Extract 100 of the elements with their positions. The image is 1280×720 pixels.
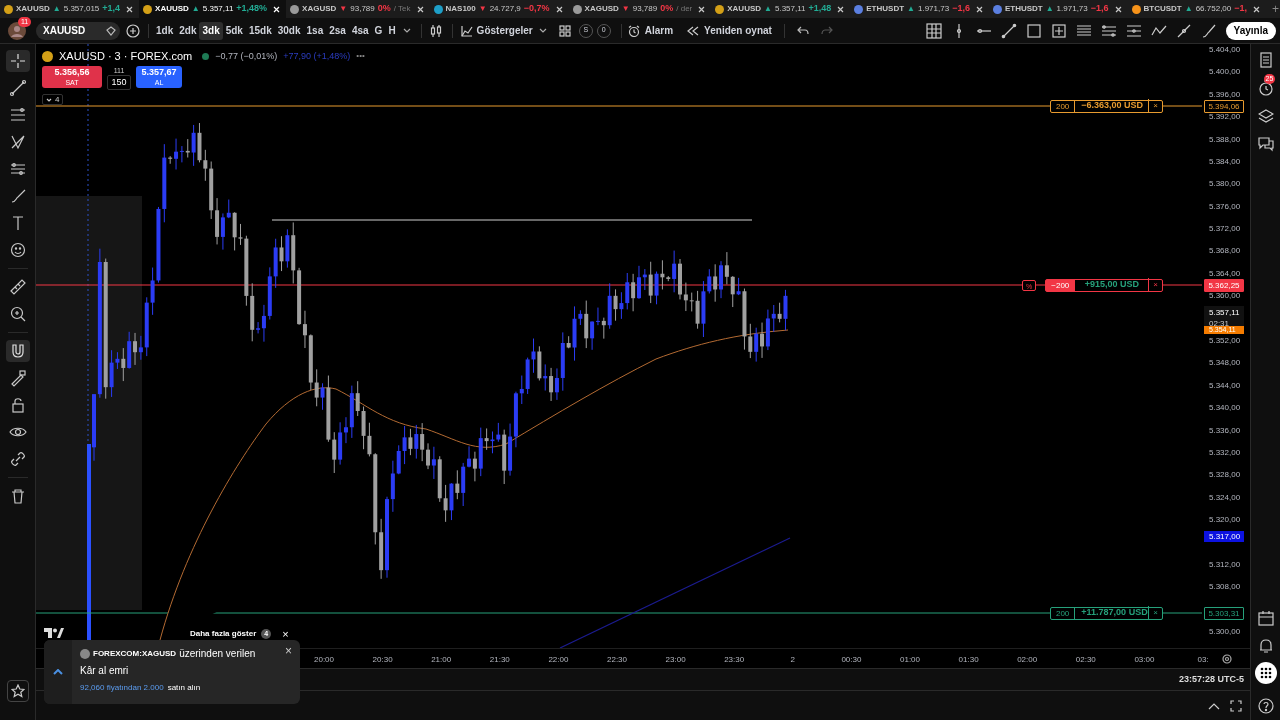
notification-text: üzerinden verilen <box>179 647 256 661</box>
clock: 23:57:28 UTC-5 <box>1178 672 1244 686</box>
interval-button[interactable]: 2dk <box>176 21 200 40</box>
tab-change: +1,48 <box>808 2 832 16</box>
price-tick: 5.384,00 <box>1209 156 1241 167</box>
time-tick: 2 <box>790 654 795 666</box>
tab-change: +1,48% <box>236 2 268 16</box>
order-quantity: −200 <box>1046 279 1076 291</box>
tab-change: 0% <box>660 2 674 16</box>
time-tick: 21:00 <box>431 654 452 666</box>
interval-button[interactable]: H <box>385 21 399 40</box>
tab-price: 24.727,9 <box>489 3 521 15</box>
tab-change: −0,7% <box>523 2 550 16</box>
price-tick: 5.300,00 <box>1209 626 1241 637</box>
trend-arrow: ▲ <box>1184 3 1193 15</box>
chart-tab[interactable]: ETHUSDT ▲ 1.971,73 −1,6 <box>850 0 989 18</box>
alarm-button[interactable]: Alarm <box>627 23 674 38</box>
chart-tab[interactable]: XAGUSD ▼ 93,789 0% / Tek <box>286 0 430 18</box>
tab-symbol: ETHUSDT <box>1004 3 1043 15</box>
price-tick: 5.328,00 <box>1209 470 1241 481</box>
quantity-field[interactable]: 150 <box>107 75 131 90</box>
price-tick: 5.324,00 <box>1209 492 1241 503</box>
tab-symbol: XAUUSD <box>155 3 189 15</box>
new-tab-button[interactable]: + <box>1266 0 1280 18</box>
tab-symbol: XAUUSD <box>727 3 762 15</box>
tab-extra: / Tek <box>393 3 411 15</box>
order-close-button[interactable]: × <box>1149 100 1162 112</box>
chart-tab[interactable]: BTCUSDT ▲ 66.752,00 −1, <box>1127 0 1267 18</box>
tab-symbol: XAUUSD <box>16 3 50 15</box>
order-quantity: 200 <box>1050 100 1076 112</box>
price-tick: 5.348,00 <box>1209 358 1241 369</box>
tab-change: +1,4 <box>102 2 121 16</box>
time-tick: 23:30 <box>724 654 745 666</box>
time-tick: 03:00 <box>1134 654 1155 666</box>
chart-tab[interactable]: NAS100 ▼ 24.727,9 −0,7% <box>429 0 569 18</box>
price-tick: 5.332,00 <box>1209 447 1241 458</box>
order-detail: 92,060 fiyatından 2.000 <box>80 682 164 694</box>
time-tick: 20:30 <box>372 654 393 666</box>
price-tick: 5.364,00 <box>1209 268 1241 279</box>
order-label[interactable]: −200 +915,00 USD × <box>1045 278 1163 292</box>
trend-arrow: ▼ <box>621 3 630 15</box>
order-label[interactable]: 200 −6.363,00 USD × <box>1049 99 1163 113</box>
tab-price: 5.357,11 <box>202 3 234 15</box>
symbol-search[interactable]: XAUUSD <box>36 21 120 40</box>
interval-button[interactable]: 4sa <box>348 21 372 40</box>
tab-symbol: XAGUSD <box>302 3 337 15</box>
interval-button[interactable]: 2sa <box>326 21 349 40</box>
tab-price: 5.357,015 <box>63 3 100 15</box>
day-change: +77,90 (+1,48%) <box>283 49 351 63</box>
price-change: −0,77 (−0,01%) <box>215 49 278 63</box>
replay-button[interactable]: Yeniden oynat <box>687 23 772 38</box>
tab-change: −1, <box>1234 2 1248 16</box>
trend-arrow: ▲ <box>907 3 915 15</box>
order-close-button[interactable]: × <box>1149 607 1162 619</box>
interval-button[interactable]: G <box>371 21 386 40</box>
interval-button[interactable]: 15dk <box>245 21 275 40</box>
dismiss-button[interactable]: × <box>282 626 289 643</box>
order-pnl: +11.787,00 USD <box>1075 606 1150 620</box>
tab-change: 0% <box>377 2 391 16</box>
price-tick: 5.376,00 <box>1209 201 1241 212</box>
time-tick: 01:30 <box>958 654 979 666</box>
close-button[interactable]: × <box>285 640 300 704</box>
interval-button[interactable]: 3dk <box>199 21 223 40</box>
order-quantity: 200 <box>1050 607 1076 619</box>
time-tick: 22:30 <box>607 654 627 666</box>
order-action: satın alın <box>167 682 201 694</box>
line-price-label: 5.317,00 <box>1204 531 1244 542</box>
more-button[interactable]: ••• <box>356 50 365 63</box>
time-tick: 20:00 <box>314 654 334 666</box>
chart-tab[interactable]: XAUUSD ▲ 5.357,015 +1,4 <box>0 0 140 18</box>
notification-source: FOREXCOM:XAGUSD <box>93 647 177 660</box>
trend-arrow: ▲ <box>764 3 772 15</box>
indicators-toggle[interactable]: 4 <box>42 94 64 105</box>
chart-tab[interactable]: XAGUSD ▼ 93,789 0% / der <box>568 0 712 18</box>
time-tick: 02:30 <box>1075 654 1096 666</box>
publish-button[interactable]: Yayınla <box>1225 21 1276 40</box>
interval-button[interactable]: 30dk <box>274 21 304 40</box>
time-tick: 23:00 <box>665 654 686 666</box>
price-tick: 5.360,00 <box>1209 291 1241 302</box>
tab-symbol: NAS100 <box>445 3 476 15</box>
interval-button[interactable]: 1sa <box>303 21 327 40</box>
price-tick: 5.312,00 <box>1209 559 1241 570</box>
indicators-button[interactable]: Göstergeler <box>460 23 533 38</box>
tab-price: 5.357,11 <box>774 3 806 15</box>
tab-price: 1.971,73 <box>918 3 950 15</box>
order-price-label: 5.303,31 <box>1204 607 1244 620</box>
interval-button[interactable]: 1dk <box>153 21 177 40</box>
show-more-link[interactable]: Daha fazla göster <box>190 628 257 641</box>
order-price-label: 5.394,06 <box>1204 100 1244 113</box>
order-label[interactable]: 200 +11.787,00 USD × <box>1049 606 1163 620</box>
chart-tab[interactable]: XAUUSD ▲ 5.357,11 +1,48% <box>139 0 287 18</box>
price-tick: 5.400,00 <box>1209 67 1241 78</box>
order-close-button[interactable]: × <box>1149 279 1162 291</box>
tab-change: −1,6 <box>1090 2 1109 16</box>
trend-arrow: ▲ <box>191 3 200 15</box>
interval-button[interactable]: 5dk <box>222 21 246 40</box>
chart-tab[interactable]: ETHUSDT ▲ 1.971,73 −1,6 <box>988 0 1128 18</box>
tab-price: 93,789 <box>350 3 375 15</box>
chart-tab[interactable]: XAUUSD ▲ 5.357,11 +1,48 <box>711 0 851 18</box>
price-tick: 5.392,00 <box>1209 112 1241 123</box>
